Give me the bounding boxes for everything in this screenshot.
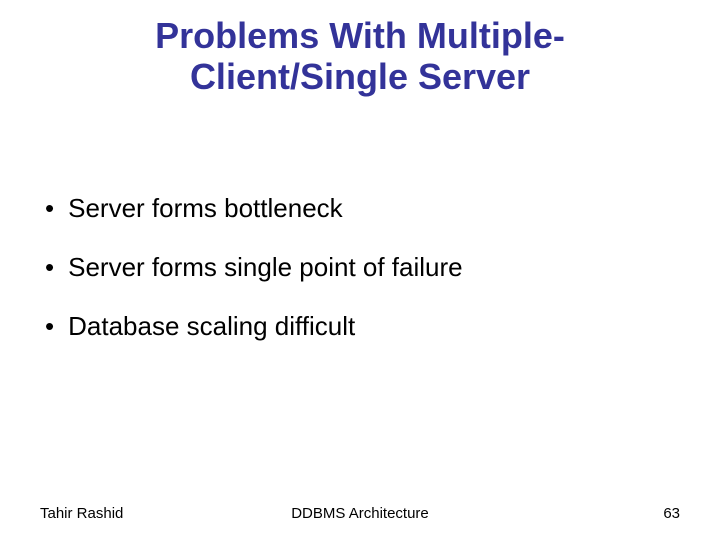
bullet-list: • Server forms bottleneck • Server forms… bbox=[40, 193, 680, 371]
bullet-icon: • bbox=[45, 193, 54, 224]
bullet-text: Server forms bottleneck bbox=[68, 193, 343, 224]
list-item: • Server forms single point of failure bbox=[45, 252, 680, 283]
footer-author: Tahir Rashid bbox=[40, 505, 123, 522]
footer-page-number: 63 bbox=[663, 505, 680, 522]
slide-container: Problems With Multiple-Client/Single Ser… bbox=[0, 0, 720, 540]
bullet-icon: • bbox=[45, 252, 54, 283]
list-item: • Database scaling difficult bbox=[45, 311, 680, 342]
footer-topic: DDBMS Architecture bbox=[291, 505, 429, 522]
list-item: • Server forms bottleneck bbox=[45, 193, 680, 224]
bullet-text: Database scaling difficult bbox=[68, 311, 355, 342]
bullet-icon: • bbox=[45, 311, 54, 342]
slide-title: Problems With Multiple-Client/Single Ser… bbox=[40, 15, 680, 98]
bullet-text: Server forms single point of failure bbox=[68, 252, 463, 283]
slide-footer: Tahir Rashid DDBMS Architecture 63 bbox=[0, 505, 720, 522]
